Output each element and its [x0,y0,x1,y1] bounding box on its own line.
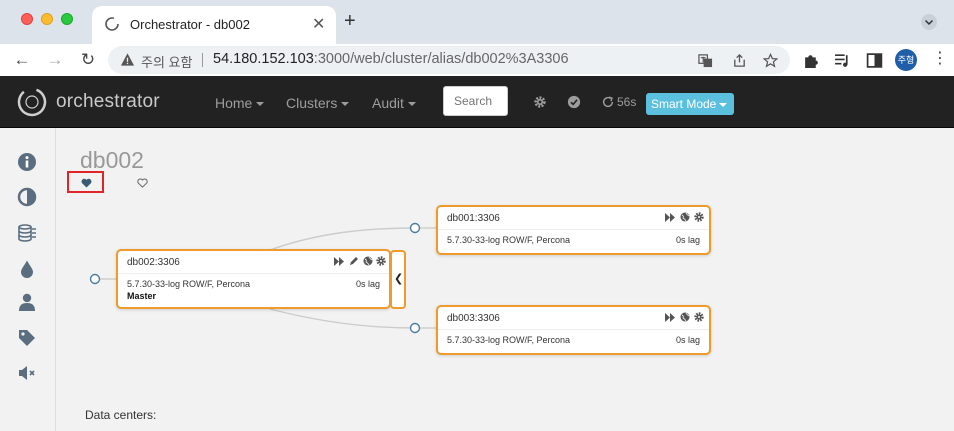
fast-forward-icon[interactable] [665,312,676,322]
info-icon[interactable] [17,152,37,172]
refresh-icon[interactable] [601,95,615,109]
nav-clusters-label: Clusters [286,95,338,111]
cluster-title: db002 [80,147,144,173]
minimize-window-button[interactable] [41,13,53,25]
heart-filled-icon[interactable] [81,178,92,188]
reload-button[interactable]: ↻ [78,50,98,70]
node-divider [438,229,709,230]
nav-audit-label: Audit [372,95,404,111]
node-version: 5.7.30-33-log ROW/F, Percona [447,235,571,245]
search-input[interactable] [443,86,508,116]
caret-down-icon [256,102,265,107]
mute-icon[interactable] [17,363,37,383]
gear-icon[interactable] [533,95,547,109]
security-warning-text[interactable]: 주의 요함 [141,52,192,71]
smart-mode-dropdown[interactable]: Smart Mode [646,93,734,115]
node-version: 5.7.30-33-log ROW/F, Percona [447,335,571,345]
node-role: Master [127,291,157,301]
browser-titlebar: Orchestrator - db002 ✕ + [0,0,954,44]
instance-node-db001[interactable]: db001:3306 5.7.30-33-log ROW/F, Percona … [436,205,711,255]
contrast-icon[interactable] [17,187,37,207]
check-circle-icon[interactable] [567,95,581,109]
chevron-left-icon: ❮ [394,273,404,285]
new-tab-button[interactable]: + [344,10,356,33]
address-bar[interactable]: 주의 요함 54.180.152.103:3000/web/cluster/al… [108,46,790,74]
forward-button[interactable]: → [45,50,65,70]
bookmark-star-icon[interactable] [763,53,778,68]
close-window-button[interactable] [21,13,33,25]
browser-toolbar: ← → ↻ 주의 요함 54.180.152.103:3000/web/clus… [0,44,954,76]
user-icon[interactable] [17,292,37,312]
heart-outline-icon[interactable] [137,178,148,188]
gear-icon[interactable] [693,312,704,323]
orchestrator-logo-icon[interactable] [16,86,48,118]
node-action-icons [664,312,704,323]
tab-search-chevron-icon[interactable] [921,14,937,30]
caret-down-icon [341,102,350,107]
browser-tab[interactable]: Orchestrator - db002 ✕ [92,6,336,44]
share-icon[interactable] [732,53,747,68]
nav-home-label: Home [215,95,253,111]
address-divider [202,53,203,67]
node-lag: 0s lag [675,335,700,345]
node-lag: 0s lag [675,235,700,245]
url-host: 54.180.152.103 [213,51,314,67]
extensions-puzzle-icon[interactable] [803,52,820,69]
instance-node-db003[interactable]: db003:3306 5.7.30-33-log ROW/F, Percona … [436,305,711,355]
caret-down-icon [407,102,416,107]
drop-icon[interactable] [17,259,37,279]
database-icon[interactable] [17,223,37,243]
url-path: :3000/web/cluster/alias/db002%3A3306 [313,51,569,67]
node-name: db002:3306 [127,257,180,268]
nav-clusters[interactable]: Clusters [286,95,350,111]
url-text[interactable]: 54.180.152.103:3000/web/cluster/alias/db… [213,51,569,67]
node-version: 5.7.30-33-log ROW/F, Percona [127,279,251,289]
maximize-window-button[interactable] [61,13,73,25]
node-lag: 0s lag [355,279,380,289]
translate-icon[interactable] [698,53,713,68]
tag-icon[interactable] [17,328,37,348]
node-divider [118,273,389,274]
node-name: db003:3306 [447,313,500,324]
node-name: db001:3306 [447,213,500,224]
nav-audit[interactable]: Audit [372,95,416,111]
globe-icon[interactable] [363,256,373,266]
cluster-sidebar [0,128,56,431]
gear-icon[interactable] [376,256,387,267]
back-button[interactable]: ← [12,50,32,70]
nav-home[interactable]: Home [215,95,265,111]
warning-triangle-icon[interactable] [120,52,135,67]
data-centers-label: Data centers: [85,408,157,422]
caret-down-icon [719,102,728,107]
brand-name[interactable]: orchestrator [56,91,160,113]
tab-title: Orchestrator - db002 [130,17,250,32]
browser-menu-icon[interactable]: ⋮ [932,51,948,67]
side-panel-icon[interactable] [866,52,883,69]
tab-close-icon[interactable]: ✕ [312,14,325,34]
pencil-icon[interactable] [349,256,359,266]
globe-icon[interactable] [680,312,690,322]
collapse-replicas-button[interactable]: ❮ [390,250,406,309]
gear-icon[interactable] [693,212,704,223]
node-action-icons [333,256,387,267]
globe-icon[interactable] [680,212,690,222]
fast-forward-icon[interactable] [665,212,676,222]
fast-forward-icon[interactable] [334,256,345,266]
orchestrator-favicon-icon [105,17,119,31]
refresh-countdown: 56s [617,95,637,109]
instance-node-db002[interactable]: db002:3306 5.7.30-33-log ROW/F, Percona … [116,249,391,309]
node-action-icons [664,212,704,223]
app-navbar: orchestrator Home Clusters Audit 56s Sma… [0,76,954,128]
node-divider [438,329,709,330]
media-playlist-icon[interactable] [834,52,851,69]
profile-avatar[interactable]: 주형 [895,49,917,71]
smart-mode-label: Smart Mode [651,97,717,111]
